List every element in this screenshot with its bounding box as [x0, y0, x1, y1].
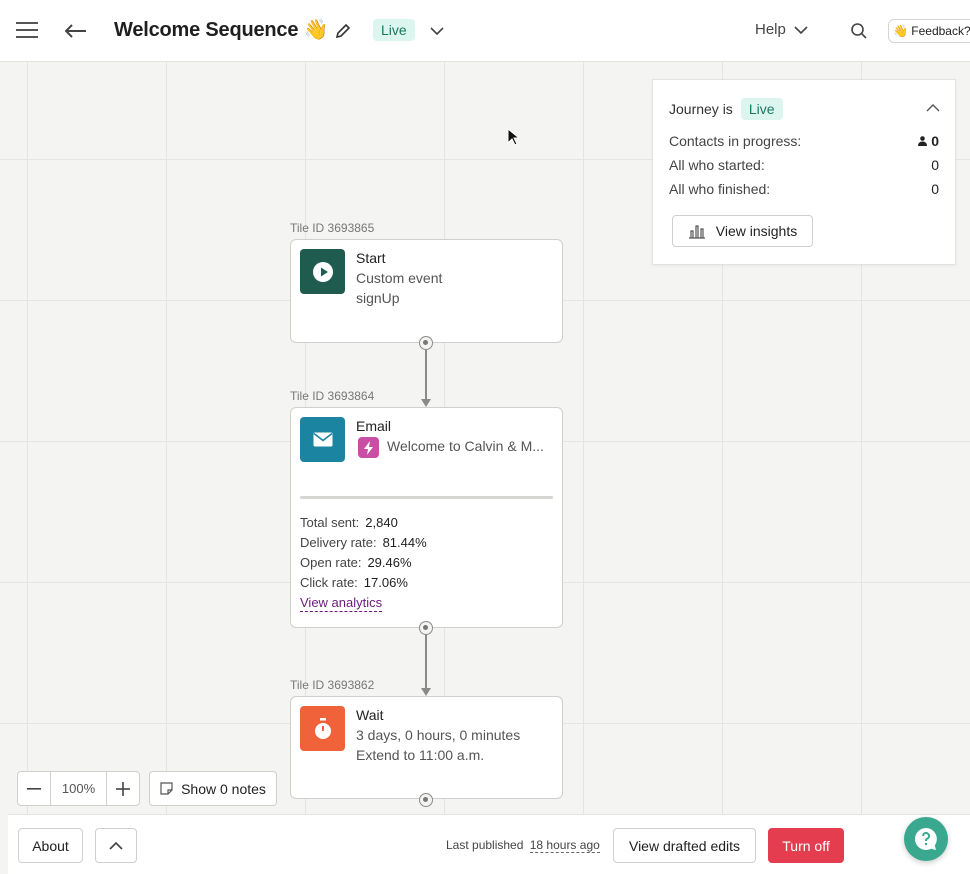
- chevron-down-icon: [794, 25, 808, 34]
- bar-chart-icon: [688, 225, 705, 239]
- connector-line: [425, 350, 427, 400]
- stat-open-rate: Open rate: 29.46%: [300, 555, 412, 570]
- chevron-down-icon: [430, 27, 444, 35]
- turn-off-button[interactable]: Turn off: [768, 828, 844, 863]
- search-button[interactable]: [848, 20, 870, 42]
- start-tile[interactable]: Start Custom event signUp: [290, 239, 563, 343]
- stat-label: Total sent:: [300, 515, 360, 530]
- page-title-text: Welcome Sequence: [114, 19, 299, 41]
- stat-value: 17.06%: [363, 575, 408, 590]
- tile-title: Wait: [356, 707, 384, 723]
- stat-total-sent: Total sent: 2,840: [300, 515, 398, 530]
- stat-label: Delivery rate:: [300, 535, 377, 550]
- stopwatch-icon: [314, 717, 331, 739]
- stat-label: Click rate:: [300, 575, 358, 590]
- wave-emoji: 👋: [303, 19, 329, 41]
- stat-value: 2,840: [365, 515, 398, 530]
- lightning-icon: [358, 437, 379, 458]
- connector-arrow: [421, 399, 431, 407]
- view-insights-label: View insights: [715, 223, 798, 239]
- email-tile[interactable]: Email Welcome to Calvin & M... Total sen…: [290, 407, 563, 628]
- wait-tile-icon: [300, 706, 345, 751]
- back-button[interactable]: [64, 21, 88, 41]
- wait-tile[interactable]: Wait 3 days, 0 hours, 0 minutes Extend t…: [290, 696, 563, 799]
- show-notes-label: Show 0 notes: [181, 780, 266, 797]
- row-label: All who started:: [669, 157, 765, 173]
- tile-event-name: signUp: [356, 290, 400, 306]
- view-drafted-edits-button[interactable]: View drafted edits: [613, 828, 756, 863]
- expand-footer-button[interactable]: [95, 828, 137, 863]
- connector-node[interactable]: [419, 621, 433, 635]
- contacts-in-progress-row: Contacts in progress: 0: [669, 133, 939, 149]
- page-title: Welcome Sequence 👋: [114, 17, 329, 42]
- person-icon: [918, 136, 928, 146]
- chevron-up-icon: [109, 841, 123, 850]
- zoom-out-button[interactable]: [17, 771, 51, 806]
- journey-status-badge: Live: [740, 98, 783, 120]
- envelope-icon: [313, 432, 332, 447]
- feedback-button[interactable]: 👋 Feedback?: [888, 19, 970, 43]
- view-analytics-link[interactable]: View analytics: [300, 595, 383, 612]
- mouse-cursor-icon: [507, 128, 519, 146]
- question-icon: [915, 828, 937, 850]
- view-insights-button[interactable]: View insights: [672, 215, 813, 247]
- status-dropdown-button[interactable]: [427, 21, 447, 41]
- journey-status-panel: Journey is Live Contacts in progress: 0 …: [652, 79, 956, 265]
- journey-label: Journey is: [669, 101, 733, 117]
- play-icon: [312, 261, 333, 282]
- row-label: Contacts in progress:: [669, 133, 802, 149]
- note-icon: [160, 782, 173, 795]
- top-bar: Welcome Sequence 👋 Live Help 👋 Feedback?: [0, 0, 970, 62]
- chevron-up-icon: [926, 104, 940, 112]
- wait-duration: 3 days, 0 hours, 0 minutes: [356, 727, 521, 743]
- connector-line: [425, 635, 427, 689]
- row-label: All who finished:: [669, 181, 771, 197]
- tile-title: Start: [356, 250, 386, 266]
- all-finished-row: All who finished: 0: [669, 181, 939, 197]
- last-published-value: 18 hours ago: [529, 838, 600, 853]
- start-tile-icon: [300, 249, 345, 294]
- wait-extend-time: Extend to 11:00 a.m.: [356, 747, 485, 763]
- email-subject: Welcome to Calvin & M...: [387, 438, 544, 454]
- stat-value: 29.46%: [367, 555, 412, 570]
- edit-title-button[interactable]: [333, 21, 353, 41]
- pencil-icon: [335, 23, 351, 39]
- about-button[interactable]: About: [18, 828, 83, 863]
- plus-icon: [116, 781, 130, 796]
- last-published: Last published 18 hours ago: [446, 838, 600, 853]
- email-tile-icon: [300, 417, 345, 462]
- row-value: 0: [931, 181, 939, 197]
- minus-icon: [27, 787, 41, 790]
- connector-arrow: [421, 688, 431, 696]
- tile-id-label: Tile ID 3693865: [290, 221, 375, 235]
- tile-id-label: Tile ID 3693864: [290, 389, 375, 403]
- stat-delivery-rate: Delivery rate: 81.44%: [300, 535, 427, 550]
- stat-label: Open rate:: [300, 555, 362, 570]
- stat-click-rate: Click rate: 17.06%: [300, 575, 408, 590]
- row-value: 0: [931, 157, 939, 173]
- menu-icon: [16, 22, 38, 38]
- menu-button[interactable]: [16, 19, 38, 41]
- tile-id-label: Tile ID 3693862: [290, 678, 375, 692]
- all-started-row: All who started: 0: [669, 157, 939, 173]
- zoom-in-button[interactable]: [106, 771, 140, 806]
- help-chat-button[interactable]: [904, 817, 948, 861]
- show-notes-button[interactable]: Show 0 notes: [149, 771, 277, 806]
- connector-node[interactable]: [419, 336, 433, 350]
- collapse-panel-button[interactable]: [923, 98, 943, 118]
- status-badge: Live: [373, 19, 415, 41]
- tile-event-type: Custom event: [356, 270, 443, 286]
- help-label: Help: [755, 21, 786, 38]
- tile-title: Email: [356, 418, 392, 434]
- back-arrow-icon: [65, 24, 86, 38]
- help-menu[interactable]: Help: [755, 21, 808, 38]
- progress-divider: [300, 496, 553, 499]
- connector-node[interactable]: [419, 793, 433, 807]
- row-value: 0: [931, 133, 939, 149]
- search-icon: [851, 23, 867, 39]
- zoom-level: 100%: [50, 771, 107, 806]
- last-published-label: Last published: [446, 838, 524, 852]
- stat-value: 81.44%: [382, 535, 427, 550]
